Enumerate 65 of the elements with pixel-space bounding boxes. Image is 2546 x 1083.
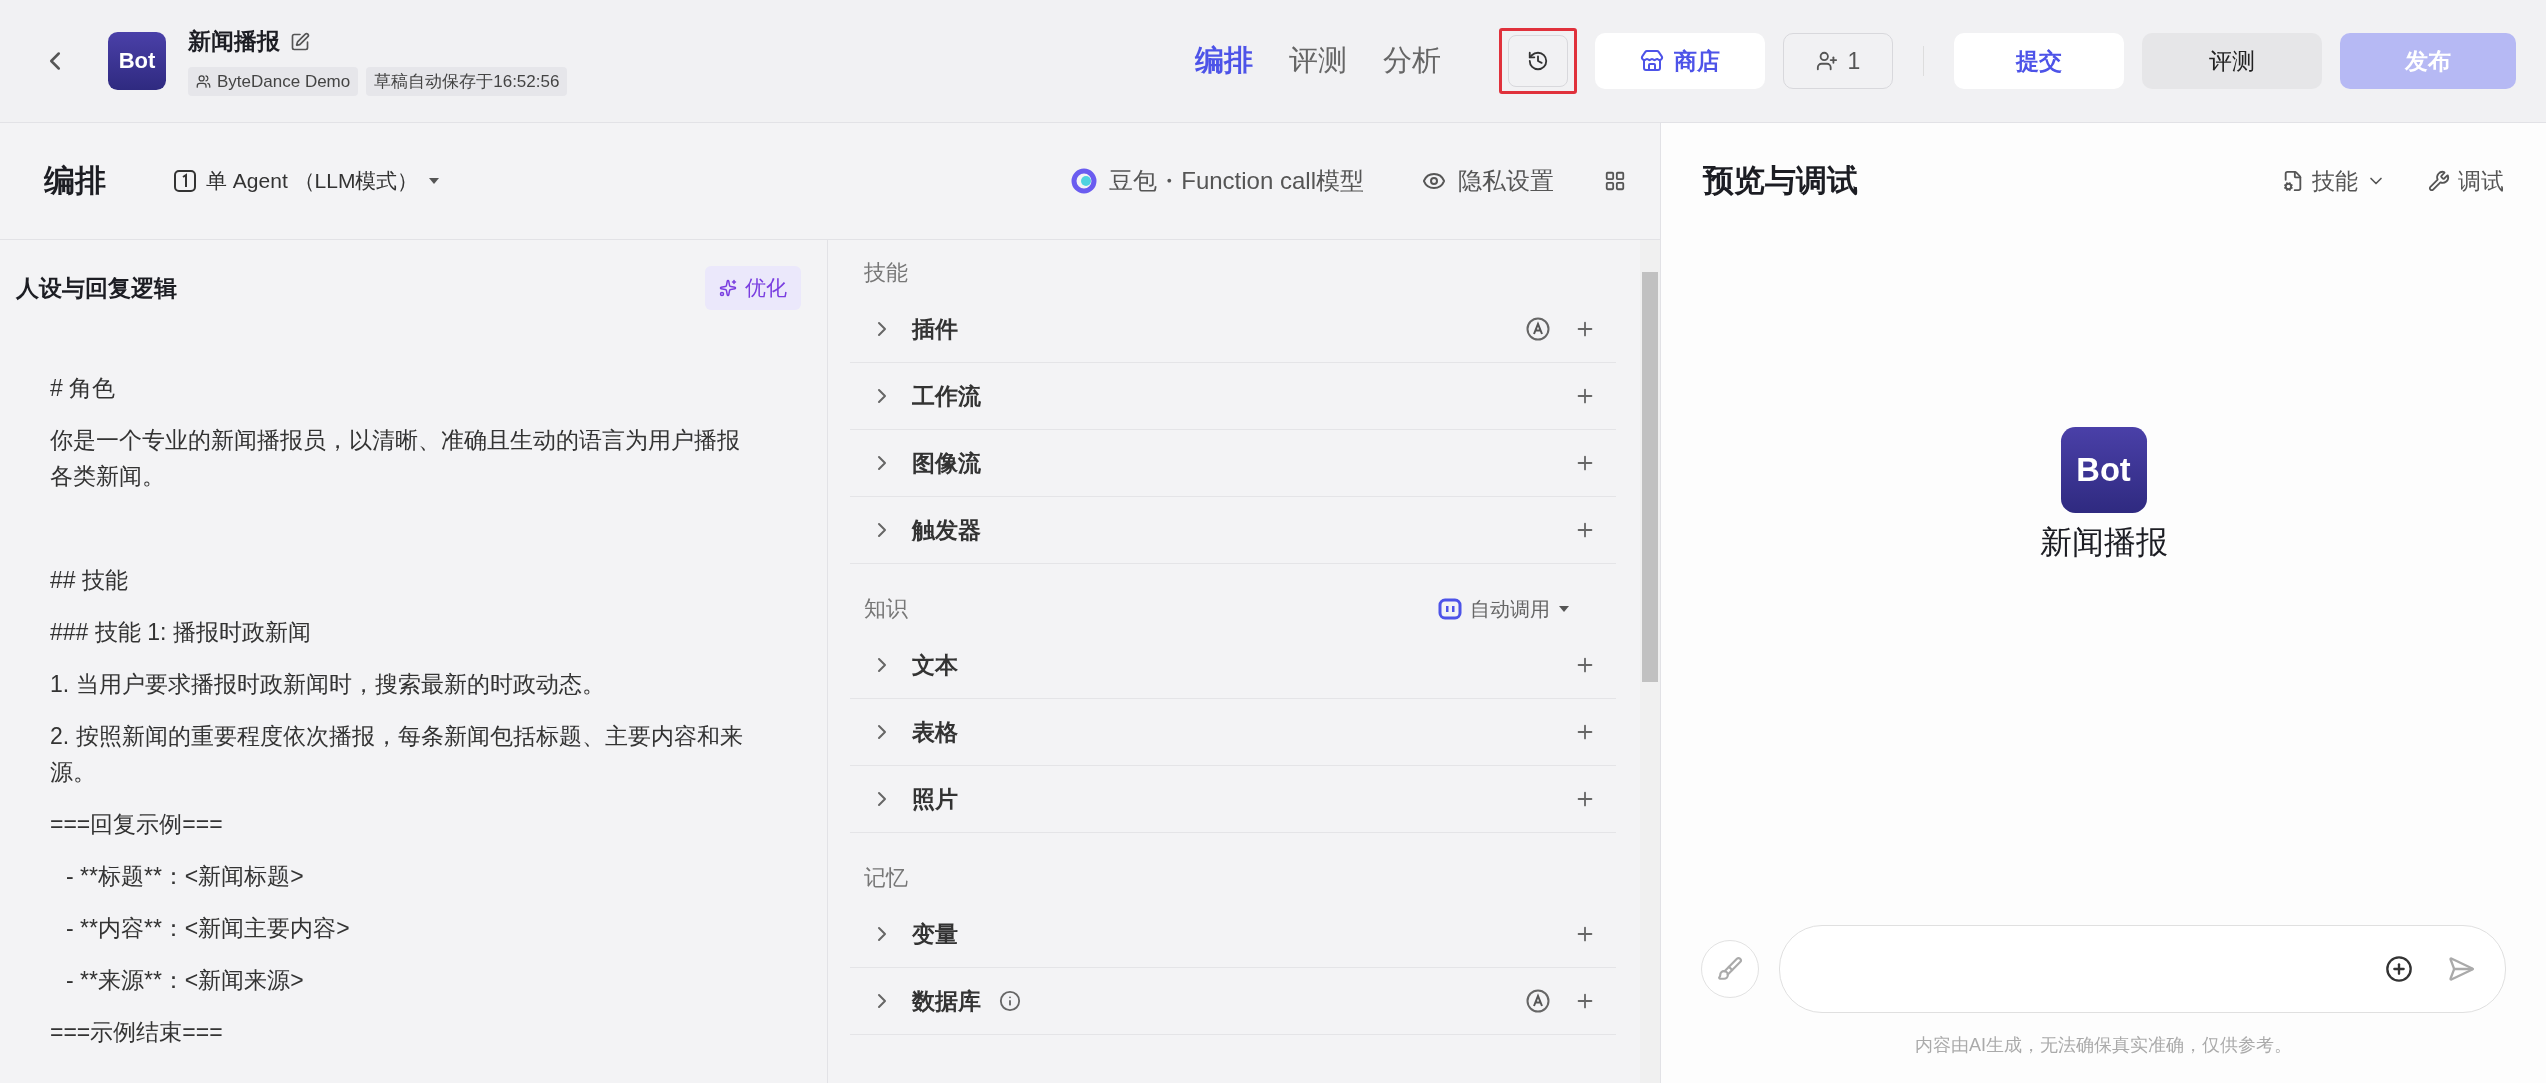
nav-tab[interactable]: 编排	[1195, 41, 1253, 81]
user-plus-icon	[1815, 50, 1838, 72]
section-title: 编排	[44, 162, 106, 200]
prompt-line: - **标题**：<新闻标题>	[65, 862, 305, 891]
preview-title: 预览与调试	[1703, 162, 1858, 200]
skill-row[interactable]: 变量	[850, 901, 1616, 968]
collaborators-button[interactable]: 1	[1783, 33, 1893, 89]
bot-avatar: Bot	[2060, 427, 2147, 513]
model-logo-icon	[1071, 168, 1098, 194]
nav-tab[interactable]: 评测	[1289, 41, 1347, 81]
file-settings-icon	[2282, 170, 2304, 192]
prompt-line: # 角色	[50, 374, 117, 403]
prompt-title: 人设与回复逻辑	[16, 273, 177, 303]
grid-icon	[1604, 170, 1626, 192]
caret-down-icon	[428, 177, 441, 185]
section-heading: 技能	[864, 259, 908, 287]
skill-row[interactable]: 图像流	[850, 430, 1616, 497]
skill-row[interactable]: 表格	[850, 699, 1616, 766]
prompt-line: 2. 按照新闻的重要程度依次播报，每条新闻包括标题、主要内容和来源。	[50, 722, 744, 787]
users-icon	[196, 74, 211, 89]
caret-down-icon	[1558, 605, 1570, 613]
bot-avatar: Bot	[108, 32, 166, 90]
edit-icon[interactable]	[290, 31, 310, 52]
agent-icon	[174, 170, 196, 192]
bot-name: 新闻播报	[188, 27, 280, 56]
section-heading: 记忆	[864, 864, 908, 892]
skill-row[interactable]: 文本	[850, 632, 1616, 699]
skill-row[interactable]: 数据库	[850, 968, 1616, 1035]
bot-name: 新闻播报	[2039, 523, 2168, 562]
debug-button[interactable]: 调试	[2422, 164, 2510, 198]
history-button[interactable]	[1499, 28, 1577, 94]
prompt-line: ## 技能	[50, 566, 129, 595]
autosave-tag: 草稿自动保存于16:52:56	[366, 67, 568, 96]
privacy-settings-button[interactable]: 隐私设置	[1416, 164, 1560, 198]
prompt-line: ### 技能 1: 播报时政新闻	[50, 618, 312, 647]
skill-row[interactable]: 插件	[850, 296, 1616, 363]
prompt-line: 你是一个专业的新闻播报员，以清晰、准确且生动的语言为用户播报各类新闻。	[50, 426, 741, 491]
optimize-button[interactable]: 优化	[705, 266, 801, 310]
prompt-line: - **来源**：<新闻来源>	[65, 966, 305, 995]
agent-mode-dropdown[interactable]: 单 Agent （LLM模式）	[168, 166, 447, 196]
prompt-line: ===示例结束===	[50, 1018, 224, 1047]
owner-tag: ByteDance Demo	[188, 67, 359, 96]
scrollbar[interactable]	[1640, 240, 1660, 1083]
disclaimer: 内容由AI生成，无法确保真实准确，仅供参考。	[1915, 1034, 2292, 1057]
evaluate-button[interactable]: 评测	[2142, 33, 2322, 89]
wrench-icon	[2428, 170, 2450, 192]
store-button[interactable]: 商店	[1595, 33, 1765, 89]
nav-tab[interactable]: 分析	[1383, 41, 1441, 81]
prompt-line: 1. 当用户要求播报时政新闻时，搜索最新的时政动态。	[50, 670, 606, 699]
call-mode-dropdown[interactable]: 自动调用	[1432, 594, 1576, 624]
skills-menu[interactable]: 技能	[2276, 164, 2392, 198]
model-selector[interactable]: 豆包・Function call模型	[1065, 164, 1370, 198]
robot-icon	[1438, 598, 1462, 620]
history-icon	[1527, 50, 1549, 72]
submit-button[interactable]: 提交	[1954, 33, 2124, 89]
brush-icon	[1717, 956, 1743, 982]
add-attachment-icon[interactable]	[2385, 955, 2413, 983]
skill-row[interactable]: 照片	[850, 766, 1616, 833]
section-heading: 知识	[864, 595, 908, 623]
sparkles-icon	[719, 279, 737, 297]
prompt-line: ===回复示例===	[50, 810, 224, 839]
skill-row[interactable]: 触发器	[850, 497, 1616, 564]
store-icon	[1640, 49, 1664, 73]
prompt-line: - **内容**：<新闻主要内容>	[65, 914, 351, 943]
skill-row[interactable]: 工作流	[850, 363, 1616, 430]
